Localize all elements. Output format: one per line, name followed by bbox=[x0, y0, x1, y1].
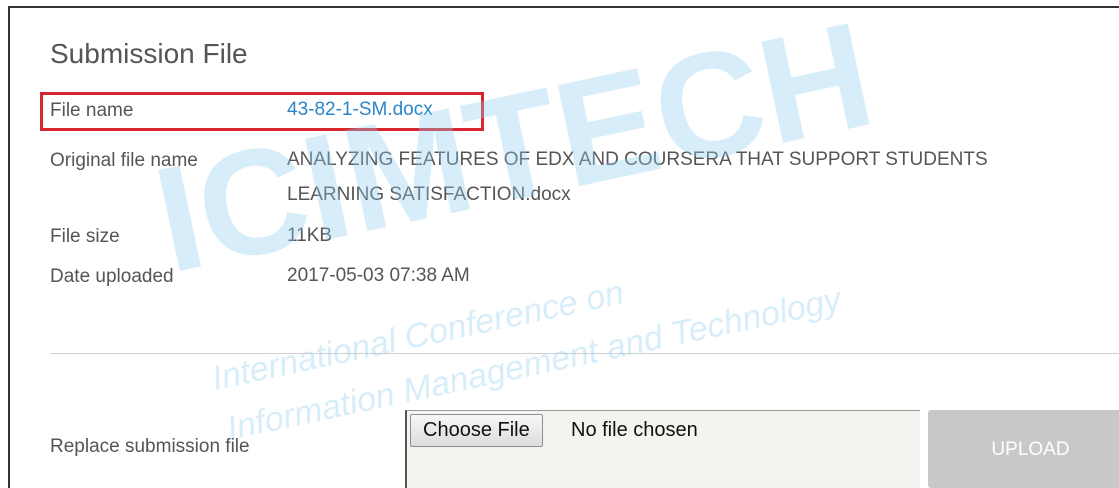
file-input[interactable]: Choose File No file chosen bbox=[405, 410, 920, 488]
replace-file-label: Replace submission file bbox=[50, 436, 250, 457]
submission-file-panel: Submission File File name 43-82-1-SM.doc… bbox=[8, 6, 1119, 488]
original-file-name-line2: LEARNING SATISFACTION.docx bbox=[287, 184, 571, 205]
panel-title: Submission File bbox=[50, 38, 248, 69]
date-uploaded-value: 2017-05-03 07:38 AM bbox=[287, 265, 470, 286]
original-file-name-label: Original file name bbox=[50, 150, 198, 171]
file-size-label: File size bbox=[50, 226, 120, 247]
date-uploaded-label: Date uploaded bbox=[50, 266, 174, 287]
original-file-name-value: ANALYZING FEATURES OF EDX AND COURSERA T… bbox=[287, 142, 988, 212]
file-status-text: No file chosen bbox=[571, 419, 698, 441]
original-file-name-line1: ANALYZING FEATURES OF EDX AND COURSERA T… bbox=[287, 149, 988, 170]
upload-button[interactable]: UPLOAD bbox=[928, 410, 1119, 488]
file-name-highlight bbox=[40, 92, 484, 131]
section-divider bbox=[50, 353, 1119, 354]
file-size-value: 11KB bbox=[287, 225, 333, 246]
choose-file-button[interactable]: Choose File bbox=[410, 414, 543, 447]
